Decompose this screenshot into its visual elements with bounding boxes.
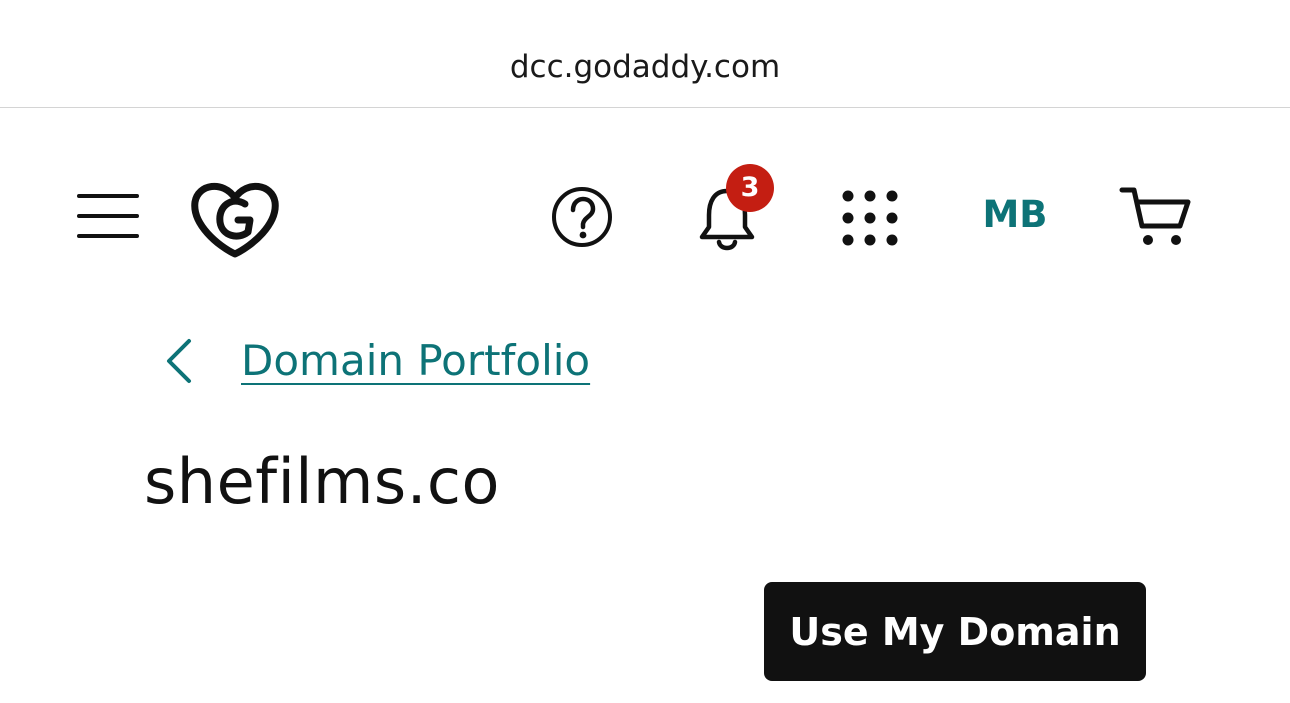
page-title: shefilms.co	[144, 445, 500, 518]
url-text[interactable]: dcc.godaddy.com	[0, 46, 1290, 88]
account-initials-button[interactable]: MB	[972, 190, 1058, 240]
help-icon[interactable]	[550, 185, 614, 249]
domain-portfolio-link[interactable]: Domain Portfolio	[241, 333, 590, 389]
top-navigation: 3 MB	[0, 108, 1290, 288]
breadcrumb[interactable]: Domain Portfolio	[160, 332, 590, 390]
chevron-left-icon[interactable]	[160, 333, 196, 389]
apps-grid-icon[interactable]	[840, 188, 900, 248]
godaddy-logo-icon[interactable]	[190, 178, 280, 258]
cart-icon[interactable]	[1118, 184, 1194, 250]
notification-count-badge: 3	[726, 164, 774, 212]
use-my-domain-button[interactable]: Use My Domain	[764, 582, 1146, 681]
browser-url-bar[interactable]: dcc.godaddy.com	[0, 0, 1290, 108]
hamburger-menu-icon[interactable]	[76, 188, 140, 244]
